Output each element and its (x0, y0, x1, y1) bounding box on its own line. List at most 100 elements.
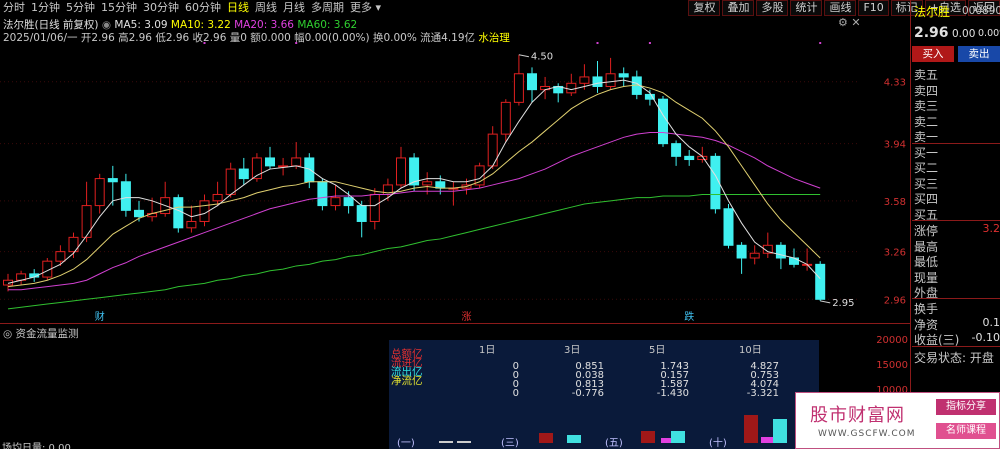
volume-tick: 15000 (876, 360, 908, 371)
high-label: 4.50 (531, 52, 553, 63)
candle (527, 67, 537, 103)
volume-tick: 20000 (876, 335, 908, 346)
candle (68, 232, 79, 258)
quote-stat2-0: 换手 (914, 302, 939, 316)
flow-period-label: (五) (605, 438, 623, 449)
flow-row-label: 净流亿 (391, 375, 423, 387)
candle (723, 204, 734, 249)
event-dot (648, 42, 651, 44)
candle (238, 157, 249, 185)
toolbar-button-3[interactable]: 统计 (790, 0, 823, 16)
event-dot (203, 42, 206, 44)
period-tab-4[interactable]: 30分钟 (140, 0, 182, 16)
fund-flow-table: 1日 3日 5日 10日 总额亿 流进亿 0 0.851 1.743 4.827 流出亿 0 0.038… (389, 340, 819, 449)
period-tab-5[interactable]: 60分钟 (182, 0, 224, 16)
panel-divider (0, 323, 910, 324)
candle (592, 61, 603, 93)
candle (762, 232, 773, 258)
candle (120, 173, 131, 217)
flow-bar (773, 419, 787, 443)
book-separator (912, 143, 1000, 144)
current-price: 2.96 (914, 25, 949, 41)
toolbar-button-2[interactable]: 多股 (756, 0, 789, 16)
flow-cell: -0.776 (571, 388, 604, 399)
candle (16, 270, 27, 285)
right-panel-divider (910, 0, 911, 449)
book-separator (912, 346, 1000, 347)
order-book-row: 卖三 (914, 99, 939, 113)
quote-stat-value: -0.10 (971, 331, 1000, 344)
low-label: 2.95 (832, 298, 854, 309)
order-book-row: 买一 (914, 145, 939, 160)
candlestick-chart[interactable]: 4.33 3.94 3.58 3.26 2.96 4.50 2.95 财 涨 跌 (0, 40, 910, 323)
watermark-tag-2: 名师课程 (936, 423, 996, 439)
period-tab-6[interactable]: 日线 (224, 0, 252, 16)
flow-period-label: (三) (501, 438, 519, 449)
price-change-pct: 0.00% (978, 28, 1000, 39)
event-dot (596, 42, 599, 44)
high-pointer (518, 54, 529, 58)
period-tab-2[interactable]: 5分钟 (63, 0, 98, 16)
candle (658, 96, 668, 147)
event-mark[interactable]: 财 (95, 310, 105, 323)
candle (749, 245, 760, 265)
candle (81, 181, 92, 243)
price-tick: 3.26 (884, 248, 906, 259)
trade-status: 交易状态: 开盘 (914, 351, 994, 365)
candle (710, 153, 721, 214)
price-change: 0.00 (952, 28, 976, 40)
ma60-line (7, 193, 821, 310)
candle (330, 184, 341, 211)
candle (94, 173, 105, 214)
flow-bar (671, 431, 685, 443)
candle (500, 99, 511, 143)
flow-header: 5日 (649, 345, 666, 356)
candle (173, 194, 184, 233)
flow-header: 3日 (564, 345, 581, 356)
stock-code: 000890 (962, 5, 1000, 17)
candle (356, 200, 367, 238)
candle (540, 76, 551, 100)
quote-stat-2: 最低 (914, 255, 939, 269)
price-tick: 3.94 (884, 140, 906, 151)
price-tick: 3.58 (884, 197, 906, 208)
flow-bar (539, 433, 553, 443)
candle (487, 126, 498, 170)
period-tab-9[interactable]: 多周期 (308, 0, 347, 16)
bottom-status: 场均日量: 0.00 (2, 443, 71, 449)
flow-bar (744, 415, 758, 443)
flow-cell: -3.321 (746, 388, 779, 399)
sell-button[interactable]: 卖出 (958, 46, 1000, 62)
toolbar-button-0[interactable]: 复权 (688, 0, 721, 16)
watermark-url: WWW.GSCFW.COM (818, 429, 916, 439)
flow-period-label: (十) (709, 438, 727, 449)
price-tick: 2.96 (884, 295, 906, 306)
low-pointer (820, 300, 831, 304)
order-book-row: 卖四 (914, 83, 939, 98)
candle (265, 146, 275, 170)
period-tab-1[interactable]: 1分钟 (28, 0, 63, 16)
period-tab-8[interactable]: 月线 (280, 0, 308, 16)
order-book-row: 买四 (914, 192, 939, 206)
book-separator (912, 298, 1000, 299)
toolbar-button-1[interactable]: 叠加 (722, 0, 755, 16)
period-tab-0[interactable]: 分时 (0, 0, 28, 16)
event-dot (295, 42, 298, 44)
quote-panel: 法尔胜 000890 2.96 0.00 0.00% 买入 卖出 卖五卖四卖三卖… (912, 0, 1000, 449)
quote-stat-value: 0.1 (982, 315, 1000, 329)
toolbar-button-5[interactable]: F10 (858, 0, 889, 16)
chart-controls[interactable]: ⚙ ✕ (838, 16, 861, 29)
period-tab-10[interactable]: 更多 ▾ (347, 0, 384, 16)
quote-stat-0: 涨停 3.2 (914, 222, 1000, 238)
event-mark[interactable]: 涨 (462, 311, 472, 323)
candle (736, 242, 747, 274)
period-tab-7[interactable]: 周线 (252, 0, 280, 16)
candle (671, 140, 682, 166)
period-tab-3[interactable]: 15分钟 (98, 0, 140, 16)
event-mark[interactable]: 跌 (684, 310, 694, 323)
order-book-row: 买二 (914, 161, 939, 175)
toolbar-button-4[interactable]: 画线 (824, 0, 857, 16)
candle (212, 181, 223, 206)
buy-button[interactable]: 买入 (912, 46, 954, 62)
price-tick: 4.33 (884, 78, 906, 89)
